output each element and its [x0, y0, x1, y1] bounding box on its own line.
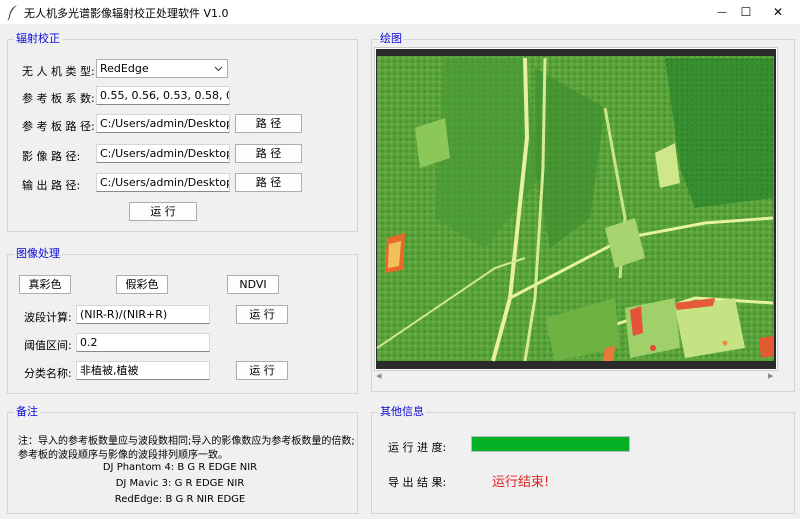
- notes-line-2: 参考板的波段顺序与影像的波段排列顺序一致。: [18, 450, 228, 461]
- threshold-input[interactable]: 0.2: [76, 333, 210, 352]
- export-result-label: 导 出 结 果:: [388, 476, 447, 489]
- output-path-browse-button[interactable]: 路 径: [235, 173, 302, 192]
- uav-type-label: 无 人 机 类 型:: [22, 65, 95, 78]
- notes-line-4: DJ Mavic 3: G R EDGE NIR: [115, 478, 245, 489]
- plot-group-title: 绘图: [378, 32, 404, 46]
- band-calc-input[interactable]: (NIR-R)/(NIR+R): [76, 305, 210, 324]
- panel-path-input[interactable]: C:/Users/admin/Desktop/im: [96, 114, 230, 133]
- chevron-down-icon: [214, 66, 223, 72]
- radiometric-run-button[interactable]: 运 行: [129, 202, 197, 221]
- plot-horizontal-scrollbar[interactable]: ◂ ▸: [376, 369, 776, 384]
- result-status-text: 运行结束!: [492, 475, 550, 490]
- image-path-input[interactable]: C:/Users/admin/Desktop/im: [96, 144, 230, 163]
- progress-fill: [472, 437, 629, 451]
- progress-bar: [471, 436, 630, 452]
- uav-type-value: RedEdge: [100, 62, 149, 75]
- radiometric-group-title: 辐射校正: [14, 32, 62, 46]
- title-bar: 无人机多光谱影像辐射校正处理软件 V1.0 — ☐ ✕: [0, 0, 800, 24]
- scroll-left-icon[interactable]: ◂: [376, 369, 382, 382]
- ndvi-image: [376, 49, 776, 369]
- plot-canvas: [374, 47, 778, 371]
- info-group: 其他信息: [371, 405, 795, 514]
- notes-line-5: RedEdge: B G R NIR EDGE: [114, 494, 246, 505]
- false-color-button[interactable]: 假彩色: [116, 275, 168, 294]
- ndvi-button[interactable]: NDVI: [227, 275, 279, 294]
- band-calc-label: 波段计算:: [24, 311, 72, 324]
- processing-group-title: 图像处理: [14, 247, 62, 261]
- scroll-right-icon[interactable]: ▸: [768, 369, 774, 382]
- band-calc-run-button[interactable]: 运 行: [236, 305, 288, 324]
- uav-type-select[interactable]: RedEdge: [96, 59, 228, 78]
- notes-group-title: 备注: [14, 405, 40, 419]
- panel-path-browse-button[interactable]: 路 径: [235, 114, 302, 133]
- output-path-input[interactable]: C:/Users/admin/Desktop/im: [96, 173, 230, 192]
- classify-run-button[interactable]: 运 行: [236, 361, 288, 380]
- close-button[interactable]: ✕: [758, 0, 798, 24]
- true-color-button[interactable]: 真彩色: [19, 275, 71, 294]
- feather-icon: [7, 5, 17, 20]
- progress-label: 运 行 进 度:: [388, 441, 447, 454]
- panel-coef-label: 参 考 板 系 数:: [22, 92, 95, 105]
- notes-line-1: 注：导入的参考板数量应与波段数相同;导入的影像数应为参考板数量的倍数;: [18, 436, 355, 447]
- window-title: 无人机多光谱影像辐射校正处理软件 V1.0: [24, 7, 229, 20]
- class-names-input[interactable]: 非植被,植被: [76, 361, 210, 380]
- output-path-label: 输 出 路 径:: [22, 179, 81, 192]
- notes-line-3: DJ Phantom 4: B G R EDGE NIR: [102, 462, 258, 473]
- panel-coef-input[interactable]: 0.55, 0.56, 0.53, 0.58, 0.50: [96, 86, 230, 105]
- maximize-icon: ☐: [740, 5, 752, 19]
- image-path-label: 影 像 路 径:: [22, 150, 81, 163]
- threshold-label: 阈值区间:: [24, 339, 72, 352]
- close-icon: ✕: [772, 5, 784, 19]
- image-path-browse-button[interactable]: 路 径: [235, 144, 302, 163]
- info-group-title: 其他信息: [378, 405, 426, 419]
- panel-path-label: 参 考 板 路 径:: [22, 120, 95, 133]
- class-names-label: 分类名称:: [24, 367, 72, 380]
